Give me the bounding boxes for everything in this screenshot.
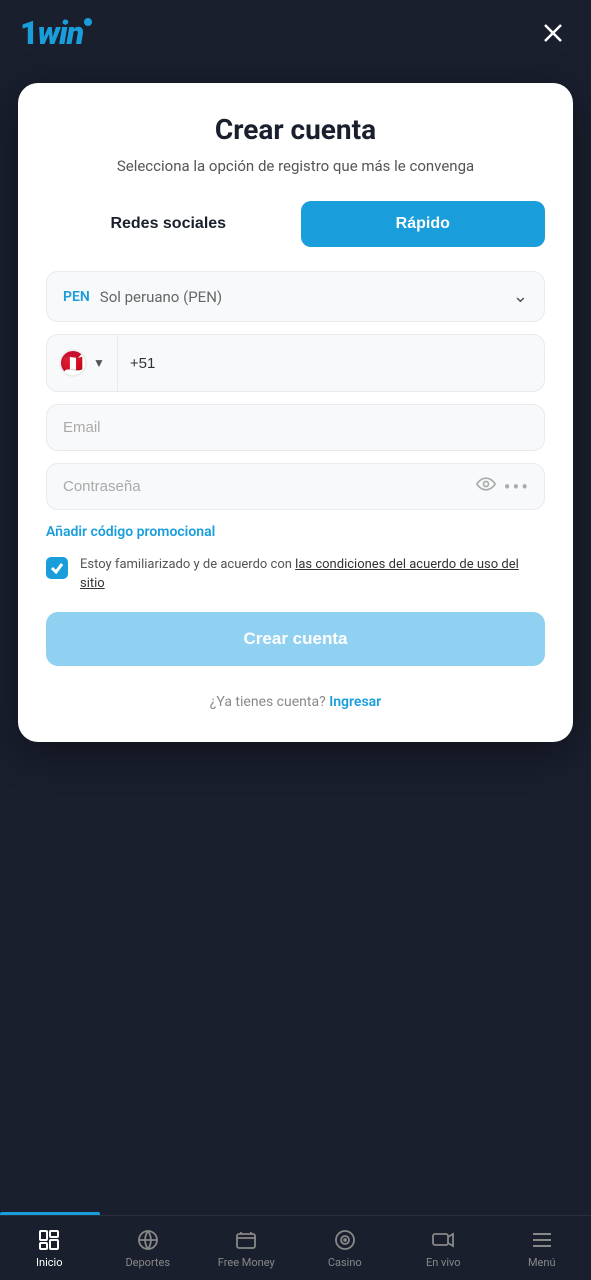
terms-text: Estoy familiarizado y de acuerdo con las… bbox=[80, 556, 545, 594]
registration-modal: Crear cuenta Selecciona la opción de reg… bbox=[18, 83, 573, 742]
logo-dot bbox=[84, 18, 92, 26]
close-button[interactable] bbox=[535, 15, 571, 51]
login-link[interactable]: Ingresar bbox=[329, 694, 381, 710]
header: 1win bbox=[0, 0, 591, 65]
country-selector[interactable]: 🇵🇪 ▼ bbox=[47, 335, 118, 391]
tab-rapido[interactable]: Rápido bbox=[301, 201, 546, 247]
password-input[interactable] bbox=[47, 464, 476, 509]
currency-code: PEN bbox=[63, 289, 90, 305]
nav-item-menu[interactable]: Menú bbox=[493, 1216, 591, 1280]
login-row: ¿Ya tienes cuenta? Ingresar bbox=[46, 694, 545, 710]
tab-row: Redes sociales Rápido bbox=[46, 201, 545, 247]
country-flag: 🇵🇪 bbox=[59, 349, 87, 377]
registration-form: PEN Sol peruano (PEN) ⌄ 🇵🇪 ▼ bbox=[46, 271, 545, 710]
phone-input[interactable] bbox=[118, 341, 544, 386]
logo: 1win bbox=[20, 14, 92, 52]
currency-name: Sol peruano (PEN) bbox=[100, 288, 222, 306]
nav-item-deportes[interactable]: Deportes bbox=[99, 1216, 198, 1280]
bottom-navigation: Inicio Deportes Free Money Casino bbox=[0, 1215, 591, 1280]
country-chevron-icon: ▼ bbox=[93, 356, 105, 370]
nav-item-casino[interactable]: Casino bbox=[296, 1216, 395, 1280]
nav-label-en-vivo: En vivo bbox=[426, 1256, 461, 1269]
eye-icon[interactable] bbox=[476, 474, 496, 499]
nav-label-free-money: Free Money bbox=[218, 1256, 275, 1269]
nav-label-casino: Casino bbox=[328, 1256, 362, 1269]
nav-label-menu: Menú bbox=[528, 1256, 556, 1269]
password-field: ••• bbox=[46, 463, 545, 510]
chevron-down-icon: ⌄ bbox=[513, 286, 528, 307]
nav-label-inicio: Inicio bbox=[36, 1256, 62, 1269]
nav-label-deportes: Deportes bbox=[125, 1256, 170, 1269]
phone-field: 🇵🇪 ▼ bbox=[46, 334, 545, 392]
nav-item-inicio[interactable]: Inicio bbox=[0, 1216, 99, 1280]
currency-selector[interactable]: PEN Sol peruano (PEN) ⌄ bbox=[46, 271, 545, 322]
modal-subtitle: Selecciona la opción de registro que más… bbox=[46, 156, 545, 177]
modal-title: Crear cuenta bbox=[46, 113, 545, 146]
nav-item-free-money[interactable]: Free Money bbox=[197, 1216, 296, 1280]
promo-code-link[interactable]: Añadir código promocional bbox=[46, 524, 545, 540]
nav-item-en-vivo[interactable]: En vivo bbox=[394, 1216, 493, 1280]
create-account-button[interactable]: Crear cuenta bbox=[46, 612, 545, 666]
tab-redes-sociales[interactable]: Redes sociales bbox=[46, 201, 291, 247]
terms-checkbox[interactable] bbox=[46, 557, 68, 579]
email-input[interactable] bbox=[46, 404, 545, 451]
more-options-icon[interactable]: ••• bbox=[504, 475, 530, 499]
login-prompt: ¿Ya tienes cuenta? bbox=[210, 694, 326, 710]
modal-overlay: Crear cuenta Selecciona la opción de reg… bbox=[0, 65, 591, 1215]
terms-row: Estoy familiarizado y de acuerdo con las… bbox=[46, 556, 545, 594]
